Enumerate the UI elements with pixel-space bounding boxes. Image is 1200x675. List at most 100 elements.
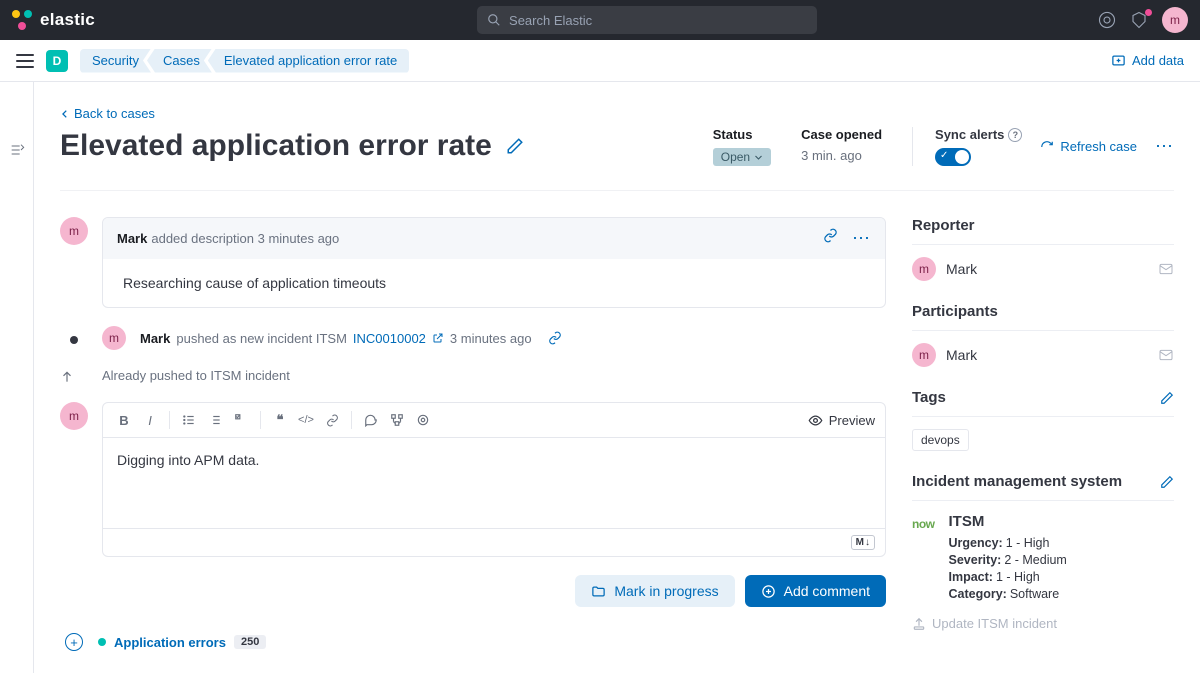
info-icon[interactable]: ? (1008, 128, 1022, 142)
case-header: Elevated application error rate Status O… (60, 127, 1174, 191)
activity-action: added description 3 minutes ago (151, 231, 339, 246)
refresh-case-button[interactable]: Refresh case (1040, 139, 1137, 154)
checklist-button[interactable] (230, 409, 252, 431)
page: Back to cases Elevated application error… (0, 82, 1200, 673)
eye-icon (808, 413, 823, 428)
brand[interactable]: elastic (12, 10, 95, 30)
link-button[interactable] (321, 409, 343, 431)
reporter-title: Reporter (912, 217, 1174, 234)
mail-icon[interactable] (1158, 347, 1174, 363)
timeline-dot-icon (70, 336, 78, 344)
ol-button[interactable] (204, 409, 226, 431)
editor-actions: Mark in progress Add comment (60, 575, 886, 607)
markdown-badge-icon: M↓ (851, 535, 875, 550)
activity-feed: m Mark added description 3 minutes ago ⋯… (60, 217, 886, 653)
back-to-cases-link[interactable]: Back to cases (60, 106, 1174, 121)
related-alert-link[interactable]: Application errors 250 (98, 635, 266, 650)
edit-title-icon[interactable] (506, 137, 524, 155)
add-comment-button[interactable]: Add comment (745, 575, 886, 607)
sync-alerts-toggle[interactable] (935, 148, 971, 166)
external-link-icon (432, 332, 444, 344)
refresh-icon (1040, 140, 1054, 154)
avatar: m (912, 343, 936, 367)
collapsed-sidebar (0, 82, 34, 673)
chevron-down-icon (754, 153, 763, 162)
topbar: elastic Search Elastic m (0, 0, 1200, 40)
side-panel: Reporter m Mark Participants m Mark (912, 217, 1174, 653)
search-icon (487, 13, 501, 27)
help-icon[interactable] (1098, 11, 1116, 29)
global-search-input[interactable]: Search Elastic (477, 6, 817, 34)
comment-editor-row: m B I ❝ </> (60, 402, 886, 557)
activity-user: Mark (117, 231, 147, 246)
sync-column: Sync alerts ? Refresh case ⋯ (912, 127, 1174, 166)
status-meta: Status Open (713, 127, 771, 166)
participant-name: Mark (946, 347, 977, 363)
code-button[interactable]: </> (295, 409, 317, 431)
reporter-name: Mark (946, 261, 977, 277)
tag-chip[interactable]: devops (912, 429, 969, 451)
notification-dot-icon (1145, 9, 1152, 16)
add-data-link[interactable]: Add data (1111, 53, 1184, 68)
mail-icon[interactable] (1158, 261, 1174, 277)
preview-button[interactable]: Preview (808, 413, 875, 428)
opened-meta: Case opened 3 min. ago (801, 127, 882, 163)
description-card: Mark added description 3 minutes ago ⋯ R… (102, 217, 886, 308)
search-placeholder: Search Elastic (509, 13, 592, 28)
tags-title: Tags (912, 389, 1174, 406)
comment-editor: B I ❝ </> (102, 402, 886, 557)
upload-icon (912, 617, 926, 631)
newsfeed-icon[interactable] (1130, 11, 1148, 29)
mark-in-progress-button[interactable]: Mark in progress (575, 575, 734, 607)
copy-link-icon[interactable] (548, 331, 562, 345)
crumb-cases[interactable]: Cases (147, 49, 212, 73)
sync-alerts-label: Sync alerts ? (935, 127, 1022, 142)
participants-title: Participants (912, 303, 1174, 320)
edit-ims-icon[interactable] (1160, 475, 1174, 489)
add-data-icon (1111, 53, 1126, 68)
comment-textarea[interactable]: Digging into APM data. (103, 438, 885, 528)
insert-button[interactable] (386, 409, 408, 431)
itsm-details: now ITSM Urgency:1 - High Severity:2 - M… (912, 513, 1174, 604)
copy-link-icon[interactable] (823, 228, 838, 243)
activity-item-pushnote: Already pushed to ITSM incident (60, 368, 886, 384)
activity-item-menu[interactable]: ⋯ (852, 228, 871, 249)
expand-icon[interactable]: + (65, 633, 83, 651)
elastic-logo-icon (12, 10, 32, 30)
push-arrow-icon (60, 370, 88, 384)
ul-button[interactable] (178, 409, 200, 431)
crumb-current: Elevated application error rate (208, 49, 409, 73)
plus-circle-icon (761, 584, 776, 599)
page-title: Elevated application error rate (60, 129, 683, 163)
update-itsm-button[interactable]: Update ITSM incident (912, 616, 1174, 631)
case-actions-menu[interactable]: ⋯ (1155, 136, 1174, 157)
status-badge[interactable]: Open (713, 148, 771, 166)
italic-button[interactable]: I (139, 409, 161, 431)
activity-time: 3 minutes ago (450, 331, 532, 346)
incident-link[interactable]: INC0010002 (353, 331, 426, 346)
nav-toggle-icon[interactable] (16, 54, 34, 68)
user-avatar[interactable]: m (1162, 7, 1188, 33)
activity-item-push: m Mark pushed as new incident ITSM INC00… (60, 326, 886, 350)
timeline-rail-icon[interactable] (9, 142, 25, 158)
activity-action: pushed as new incident ITSM (176, 331, 347, 346)
avatar: m (60, 217, 88, 245)
space-badge[interactable]: D (46, 50, 68, 72)
crumb-security[interactable]: Security (80, 49, 151, 73)
description-body: Researching cause of application timeout… (103, 259, 885, 307)
reporter-row: m Mark (912, 257, 1174, 281)
main-content: Back to cases Elevated application error… (34, 82, 1200, 673)
servicenow-logo-icon: now (912, 517, 935, 531)
lens-button[interactable] (412, 409, 434, 431)
avatar: m (912, 257, 936, 281)
alert-count-badge: 250 (234, 635, 266, 649)
bold-button[interactable]: B (113, 409, 135, 431)
ims-title: Incident management system (912, 473, 1174, 490)
edit-tags-icon[interactable] (1160, 391, 1174, 405)
comment-button[interactable] (360, 409, 382, 431)
quote-button[interactable]: ❝ (269, 409, 291, 431)
avatar: m (60, 402, 88, 430)
folder-icon (591, 584, 606, 599)
connector-name: ITSM (949, 513, 1067, 530)
body-row: m Mark added description 3 minutes ago ⋯… (60, 217, 1174, 653)
